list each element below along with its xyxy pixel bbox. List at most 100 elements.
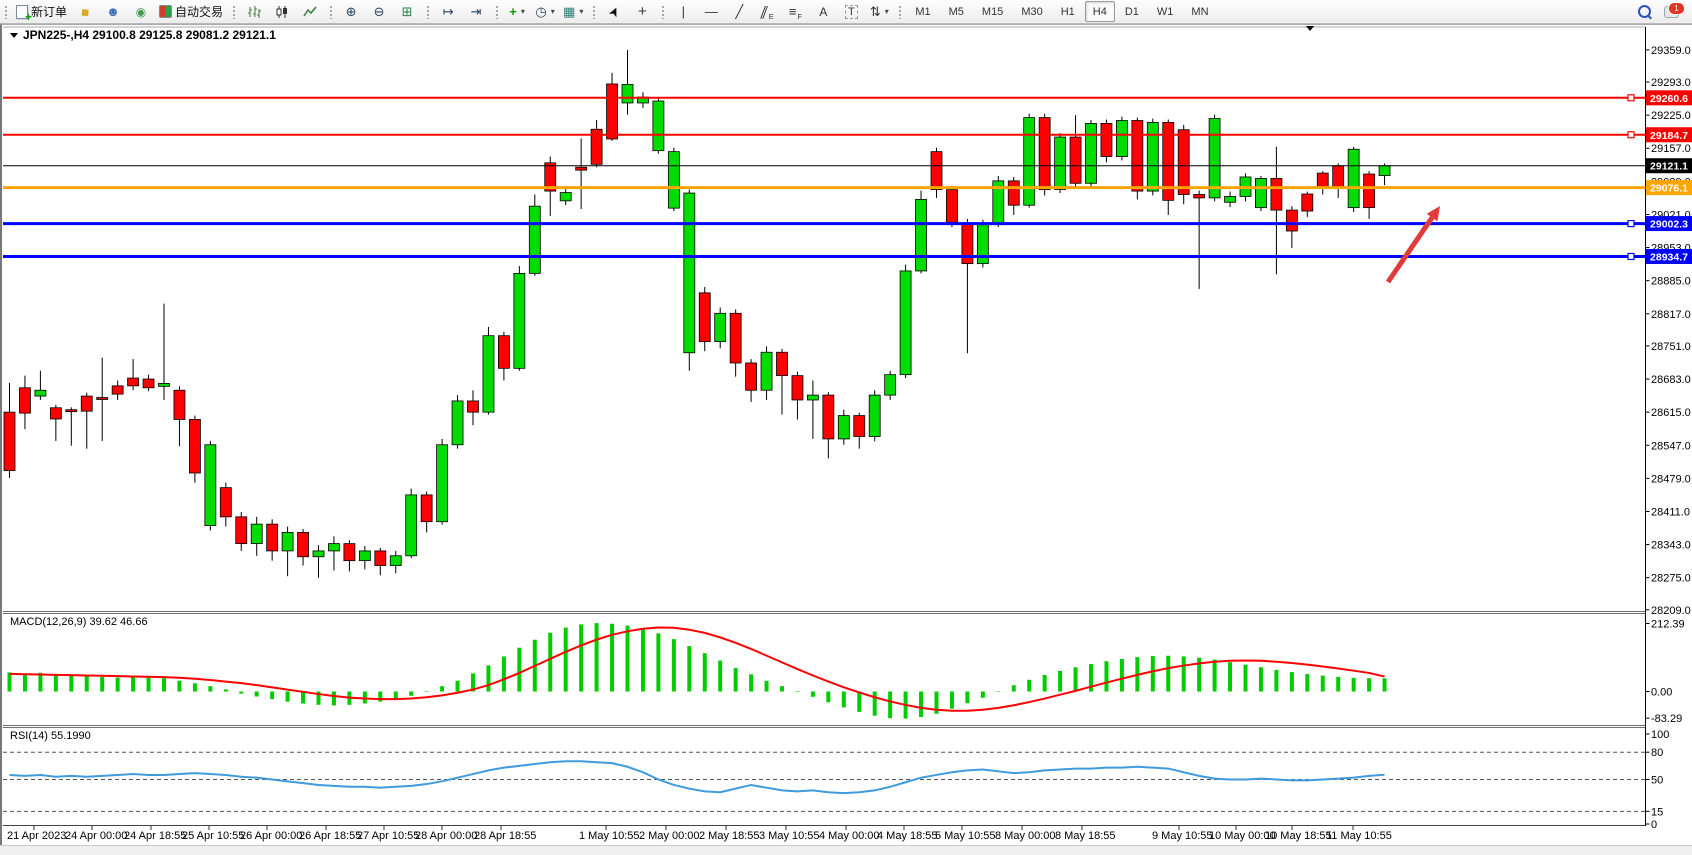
svg-text:28615.0: 28615.0: [1651, 407, 1691, 419]
timeframe-w1[interactable]: W1: [1149, 1, 1182, 22]
market-watch-button[interactable]: ◆: [72, 1, 98, 22]
cursor-icon: ➤: [605, 3, 624, 20]
auto-scroll-icon: ↦: [443, 4, 454, 20]
accounts-button[interactable]: ☻: [100, 1, 126, 22]
chart-shift-button[interactable]: ⇥: [463, 1, 489, 22]
text-icon: A: [819, 5, 827, 19]
svg-text:28411.0: 28411.0: [1651, 506, 1690, 518]
line-chart-button[interactable]: [297, 1, 323, 22]
indicators-button[interactable]: +▾: [504, 1, 530, 22]
periods-button[interactable]: ◷▾: [532, 1, 558, 22]
search-button[interactable]: [1633, 1, 1659, 22]
toolbar-grip[interactable]: [328, 4, 333, 19]
signals-button[interactable]: ◉: [128, 1, 154, 22]
svg-text:29157.0: 29157.0: [1651, 143, 1691, 155]
channel-button[interactable]: ∥E: [754, 1, 780, 22]
timeframe-m5[interactable]: M5: [941, 1, 972, 22]
svg-text:80: 80: [1651, 747, 1663, 759]
toolbar-grip[interactable]: [425, 4, 430, 19]
timeframe-h1[interactable]: H1: [1053, 1, 1083, 22]
trendline-button[interactable]: ╱: [726, 1, 752, 22]
chart-title-dropdown-icon[interactable]: [10, 33, 18, 38]
svg-text:25 Apr 10:55: 25 Apr 10:55: [182, 830, 244, 842]
notifications-button[interactable]: 1: [1661, 1, 1692, 22]
chat-bubble-icon: 1: [1664, 6, 1679, 18]
toolbar-grip[interactable]: [591, 4, 596, 19]
timeframe-h4[interactable]: H4: [1085, 1, 1115, 22]
timeframe-d1[interactable]: D1: [1117, 1, 1147, 22]
chevron-down-icon: ▾: [579, 7, 583, 16]
svg-text:11 May 10:55: 11 May 10:55: [1326, 830, 1392, 842]
cursor-button[interactable]: ➤: [601, 1, 627, 22]
macd-panel: 212.390.00-83.29: [10, 618, 1685, 725]
chevron-down-icon: ▾: [551, 7, 555, 16]
zoom-out-button[interactable]: ⊖: [366, 1, 392, 22]
tile-windows-button[interactable]: ⊞: [394, 1, 420, 22]
svg-text:0: 0: [1651, 819, 1657, 831]
indicators-icon: +: [509, 4, 517, 19]
price-line-28934.7[interactable]: 28934.7: [3, 249, 1692, 264]
toolbar-grip[interactable]: [494, 4, 499, 19]
toolbar-grip[interactable]: [897, 4, 902, 19]
vertical-line-button[interactable]: |: [670, 1, 696, 22]
bar-chart-button[interactable]: [241, 1, 267, 22]
label-button[interactable]: T: [838, 1, 864, 22]
auto-scroll-button[interactable]: ↦: [435, 1, 461, 22]
svg-text:28 Apr 18:55: 28 Apr 18:55: [474, 830, 536, 842]
svg-text:100: 100: [1651, 729, 1669, 741]
new-order-icon: [16, 5, 28, 19]
text-button[interactable]: A: [810, 1, 836, 22]
arrows-button[interactable]: ⇅▾: [866, 1, 892, 22]
svg-text:27 Apr 10:55: 27 Apr 10:55: [357, 830, 419, 842]
autotrading-icon: [159, 5, 172, 18]
new-order-label: 新订单: [31, 3, 67, 20]
chart-shift-icon: ⇥: [471, 4, 482, 20]
toolbar-grip[interactable]: [231, 4, 236, 19]
zoom-in-button[interactable]: ⊕: [338, 1, 364, 22]
autotrading-button[interactable]: 自动交易: [156, 1, 226, 22]
svg-text:29359.0: 29359.0: [1651, 45, 1691, 57]
price-line-29184.7[interactable]: 29184.7: [3, 127, 1692, 142]
svg-text:1 May 10:55: 1 May 10:55: [579, 830, 640, 842]
horizontal-line-button[interactable]: —: [698, 1, 724, 22]
svg-text:29184.7: 29184.7: [1650, 130, 1688, 142]
macd-indicator-label: MACD(12,26,9) 39.62 46.66: [10, 616, 148, 628]
svg-text:8 May 00:00: 8 May 00:00: [995, 830, 1056, 842]
toolbar-grip[interactable]: [660, 4, 665, 19]
timeframe-mn[interactable]: MN: [1183, 1, 1216, 22]
line-chart-icon: [303, 5, 317, 19]
svg-text:29293.0: 29293.0: [1651, 77, 1691, 89]
bar-chart-icon: [247, 5, 261, 19]
timeframe-m30[interactable]: M30: [1013, 1, 1050, 22]
label-icon: T: [845, 5, 858, 19]
timeframe-m1[interactable]: M1: [907, 1, 938, 22]
price-line-29260.6[interactable]: 29260.6: [3, 90, 1692, 105]
candlestick-chart-button[interactable]: [269, 1, 295, 22]
timeframe-m15[interactable]: M15: [974, 1, 1011, 22]
price-line-29121.1[interactable]: 29121.1: [3, 158, 1692, 173]
chart-end-marker-icon[interactable]: [1306, 26, 1314, 31]
time-axis[interactable]: 21 Apr 202324 Apr 00:0024 Apr 18:5525 Ap…: [7, 826, 1392, 842]
toolbar-grip[interactable]: [3, 4, 8, 19]
price-chart-canvas[interactable]: 29359.029293.029225.029157.029089.029021…: [2, 25, 1692, 846]
svg-text:29076.1: 29076.1: [1650, 183, 1688, 195]
fibonacci-button[interactable]: ≡F: [782, 1, 808, 22]
chart-window[interactable]: 29359.029293.029225.029157.029089.029021…: [0, 24, 1692, 846]
svg-text:3 May 10:55: 3 May 10:55: [759, 830, 820, 842]
svg-text:28 Apr 00:00: 28 Apr 00:00: [415, 830, 477, 842]
new-order-button[interactable]: 新订单: [13, 1, 70, 22]
price-line-29002.3[interactable]: 29002.3: [3, 216, 1692, 231]
svg-text:10 May 18:55: 10 May 18:55: [1265, 830, 1332, 842]
svg-text:28275.0: 28275.0: [1651, 573, 1691, 585]
svg-text:24 Apr 18:55: 24 Apr 18:55: [124, 830, 186, 842]
svg-text:50: 50: [1651, 775, 1663, 787]
price-line-29076.1[interactable]: 29076.1: [3, 180, 1692, 195]
candles: [4, 50, 1390, 578]
templates-button[interactable]: ▦▾: [560, 1, 586, 22]
crosshair-button[interactable]: +: [629, 1, 655, 22]
autotrading-label: 自动交易: [175, 3, 223, 20]
signals-icon: ◉: [136, 5, 146, 19]
arrow-annotation[interactable]: [1388, 206, 1440, 282]
tile-windows-icon: ⊞: [402, 4, 413, 20]
svg-text:8 May 18:55: 8 May 18:55: [1055, 830, 1116, 842]
